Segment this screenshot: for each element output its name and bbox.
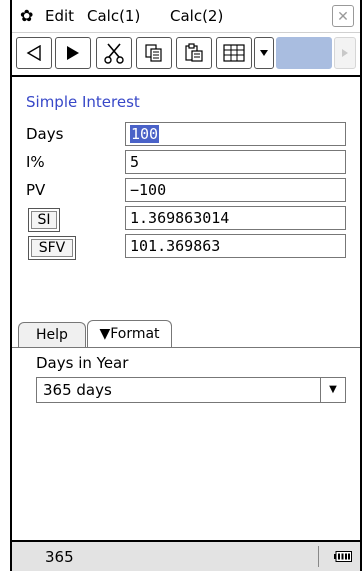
toolbar-forward-button[interactable]	[334, 37, 356, 69]
back-button[interactable]	[16, 37, 52, 69]
interest-rate-field[interactable]: 5	[125, 150, 346, 174]
battery-icon	[334, 551, 352, 562]
pv-field[interactable]: −100	[125, 178, 346, 202]
toolbar-dropdown-button[interactable]	[254, 37, 274, 69]
sfv-result: 101.369863	[125, 234, 346, 258]
si-result: 1.369863014	[125, 206, 346, 230]
menu-calc2[interactable]: Calc(2)	[170, 6, 223, 26]
days-field[interactable]: 100	[125, 122, 346, 146]
menu-calc1[interactable]: Calc(1)	[87, 6, 140, 26]
label-pv: PV	[26, 181, 46, 199]
copy-icon	[145, 44, 162, 62]
label-days: Days	[26, 125, 64, 143]
days-in-year-select[interactable]: 365 days ▼	[36, 377, 346, 403]
page-title: Simple Interest	[26, 93, 140, 111]
status-bar: 365	[12, 542, 360, 571]
paste-button[interactable]	[176, 37, 212, 69]
menu-bar: ✿ Edit Calc(1) Calc(2) ✕	[12, 0, 360, 33]
tab-divider	[12, 347, 360, 348]
cut-icon	[104, 43, 124, 64]
tab-format[interactable]: ▼Format	[87, 320, 172, 348]
label-interest-rate: I%	[26, 153, 45, 171]
gear-icon[interactable]: ✿	[20, 7, 33, 25]
tab-bar: Help ▼Format	[12, 320, 360, 348]
si-button[interactable]: SI	[28, 208, 60, 232]
toolbar-blank-slot[interactable]	[276, 37, 332, 69]
dropdown-arrow-icon	[260, 50, 268, 56]
forward-disabled-icon	[342, 49, 348, 57]
tab-help[interactable]: Help	[18, 322, 86, 348]
table-icon	[223, 44, 245, 62]
close-button[interactable]: ✕	[332, 5, 354, 27]
sfv-button[interactable]: SFV	[28, 236, 76, 260]
menu-edit[interactable]: Edit	[45, 6, 74, 26]
calc-content: Simple Interest Days 100 I% 5 PV −100 SI…	[12, 77, 360, 311]
days-in-year-label: Days in Year	[36, 354, 129, 372]
copy-button[interactable]	[136, 37, 172, 69]
play-icon	[67, 46, 79, 60]
days-in-year-value: 365 days	[43, 381, 112, 399]
table-button[interactable]	[216, 37, 252, 69]
app-frame: ✿ Edit Calc(1) Calc(2) ✕ Simple Interest…	[10, 0, 362, 571]
toolbar	[12, 33, 360, 77]
chevron-down-icon[interactable]: ▼	[320, 378, 345, 402]
paste-icon	[185, 43, 203, 62]
cut-button[interactable]	[96, 37, 132, 69]
days-value: 100	[130, 125, 160, 143]
back-triangle-icon	[26, 45, 41, 61]
status-text: 365	[45, 548, 74, 566]
run-button[interactable]	[55, 37, 91, 69]
status-separator	[318, 546, 319, 567]
